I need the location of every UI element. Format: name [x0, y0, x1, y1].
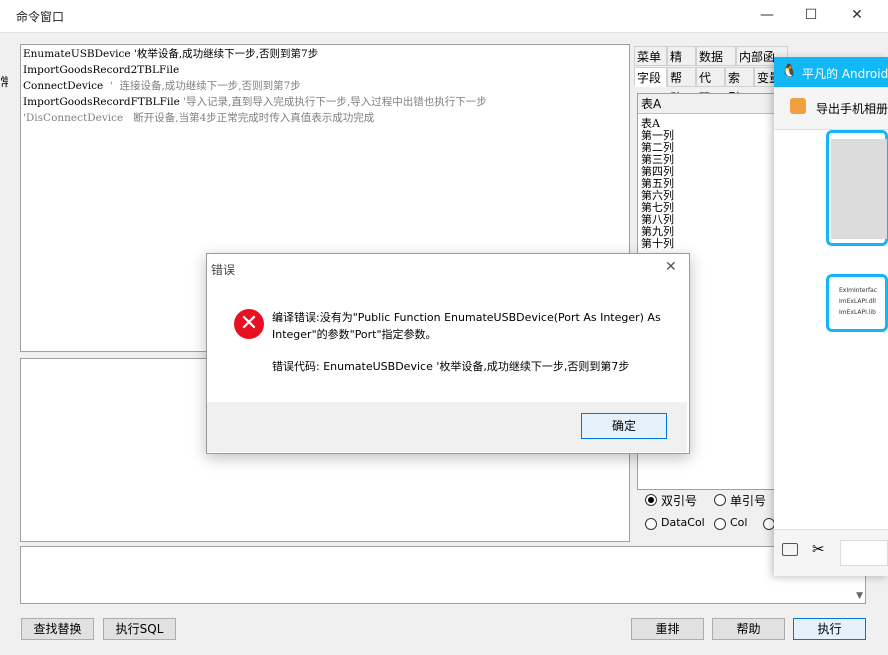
code-identifier: 'DisConnectDevice — [23, 112, 124, 124]
qq-input-bar: ✂ — [774, 529, 888, 576]
rearrange-button[interactable]: 重排 — [631, 618, 704, 640]
qq-toolbar: 导出手机相册 — [774, 87, 888, 130]
help-button[interactable]: 帮助 — [712, 618, 785, 640]
double-quote-label: 双引号 — [661, 494, 698, 508]
code-comment: '枚举设备,成功继续下一步,否则到第7步 — [130, 48, 319, 60]
tabs-row-1: 菜单 精灵 数据源 内部函数 — [634, 46, 788, 84]
file-name: ExImInterfac — [839, 287, 878, 294]
command-input[interactable]: ▼ — [20, 546, 866, 604]
code-identifier: ImportGoodsRecord2TBLFile — [23, 64, 180, 76]
tab-menu[interactable]: 菜单 — [634, 46, 667, 66]
maximize-button[interactable]: ☐ — [788, 0, 834, 32]
code-line: ImportGoodsRecordFTBLFile '导入记录,直到导入完成执行… — [23, 94, 487, 110]
datacol-radio[interactable] — [645, 518, 657, 530]
export-album-icon[interactable] — [790, 98, 806, 114]
folder-icon[interactable] — [782, 543, 798, 556]
error-message-line1: 编译错误:没有为"Public Function EnumateUSBDevic… — [272, 311, 661, 324]
single-quote-radio[interactable] — [714, 494, 726, 506]
tab-datasource[interactable]: 数据源 — [696, 46, 736, 84]
code-comment: '导入记录,直到导入完成执行下一步,导入过程中出错也执行下一步 — [179, 96, 487, 108]
dialog-button-bar: 确定 — [207, 402, 687, 452]
col-radio[interactable] — [714, 518, 726, 530]
tab-fields[interactable]: 字段 — [634, 67, 667, 87]
qq-message-input[interactable] — [840, 540, 888, 566]
file-name: ImExLAPI.dll — [839, 298, 876, 305]
error-message-line2: Integer"的参数"Port"指定参数。 — [272, 328, 437, 341]
code-comment: ' 连接设备,成功继续下一步,否则到第7步 — [103, 80, 301, 92]
scissors-icon[interactable]: ✂ — [812, 540, 825, 558]
qq-penguin-icon: 🐧 — [781, 64, 798, 79]
code-identifier: ImportGoodsRecordFTBLFile — [23, 96, 180, 108]
title-bar: 命令窗口 — ☐ ✕ — [0, 0, 888, 33]
image-thumbnail[interactable] — [826, 130, 888, 246]
single-quote-label: 单引号 — [730, 494, 767, 508]
tab-index[interactable]: 索引 — [725, 67, 754, 105]
error-icon: ✕ — [234, 309, 264, 339]
field-list-header: 表A — [638, 94, 776, 114]
code-comment: 断开设备,当第4步正常完成时传入真值表示成功完成 — [123, 112, 375, 124]
find-replace-button[interactable]: 查找替换 — [21, 618, 94, 640]
error-dialog: 错误 ✕ ✕ 编译错误:没有为"Public Function EnumateU… — [206, 253, 690, 454]
error-code-line: 错误代码: EnumateUSBDevice '枚举设备,成功继续下一步,否则到… — [272, 360, 630, 373]
background-window-label: 常 — [0, 75, 8, 89]
code-identifier: ConnectDevice — [23, 80, 104, 92]
code-line: EnumateUSBDevice '枚举设备,成功继续下一步,否则到第7步 — [23, 46, 487, 62]
dialog-close-icon[interactable]: ✕ — [665, 259, 677, 275]
window-title: 命令窗口 — [16, 10, 65, 24]
qq-header: 🐧 平凡的 Android — [774, 57, 888, 87]
scroll-down-icon[interactable]: ▼ — [856, 591, 863, 601]
tabs-row-2: 字段 帮助 代码 索引 变量 — [634, 67, 784, 105]
dialog-title: 错误 — [211, 263, 236, 277]
code-line: 'DisConnectDevice 断开设备,当第4步正常完成时传入真值表示成功… — [23, 110, 487, 126]
code-lines: EnumateUSBDevice '枚举设备,成功继续下一步,否则到第7步 Imp… — [23, 46, 487, 126]
tab-code[interactable]: 代码 — [696, 67, 725, 105]
close-button[interactable]: ✕ — [834, 0, 880, 32]
code-line: ImportGoodsRecord2TBLFile — [23, 62, 487, 78]
field-item[interactable]: 第十列 — [641, 238, 674, 250]
datacol-label: DataCol — [661, 516, 705, 529]
file-name: ImExLAPI.lib — [839, 309, 876, 316]
code-line: ConnectDevice ' 连接设备,成功继续下一步,否则到第7步 — [23, 78, 487, 94]
field-list: 表A 第一列 第二列 第三列 第四列 第五列 第六列 第七列 第八列 第九列 第十列 — [641, 118, 674, 250]
tab-wizard[interactable]: 精灵 — [667, 46, 696, 84]
ok-button[interactable]: 确定 — [581, 413, 667, 439]
file-thumbnail[interactable]: ExImInterfac ImExLAPI.dll ImExLAPI.lib — [826, 274, 888, 332]
screenshot-preview — [831, 139, 887, 239]
double-quote-radio[interactable] — [645, 494, 657, 506]
export-album-label[interactable]: 导出手机相册 — [816, 100, 888, 117]
exec-sql-button[interactable]: 执行SQL — [103, 618, 176, 640]
file-list: ExImInterfac ImExLAPI.dll ImExLAPI.lib — [839, 285, 877, 318]
minimize-button[interactable]: — — [744, 0, 790, 32]
col-label: Col — [730, 516, 748, 529]
tab-help[interactable]: 帮助 — [667, 67, 696, 105]
execute-button[interactable]: 执行 — [793, 618, 866, 640]
qq-chat-panel: 🐧 平凡的 Android 导出手机相册 ExImInterfac ImExLAP… — [774, 57, 888, 576]
qq-chat-title: 平凡的 Android — [802, 67, 888, 81]
code-identifier: EnumateUSBDevice — [23, 48, 131, 60]
